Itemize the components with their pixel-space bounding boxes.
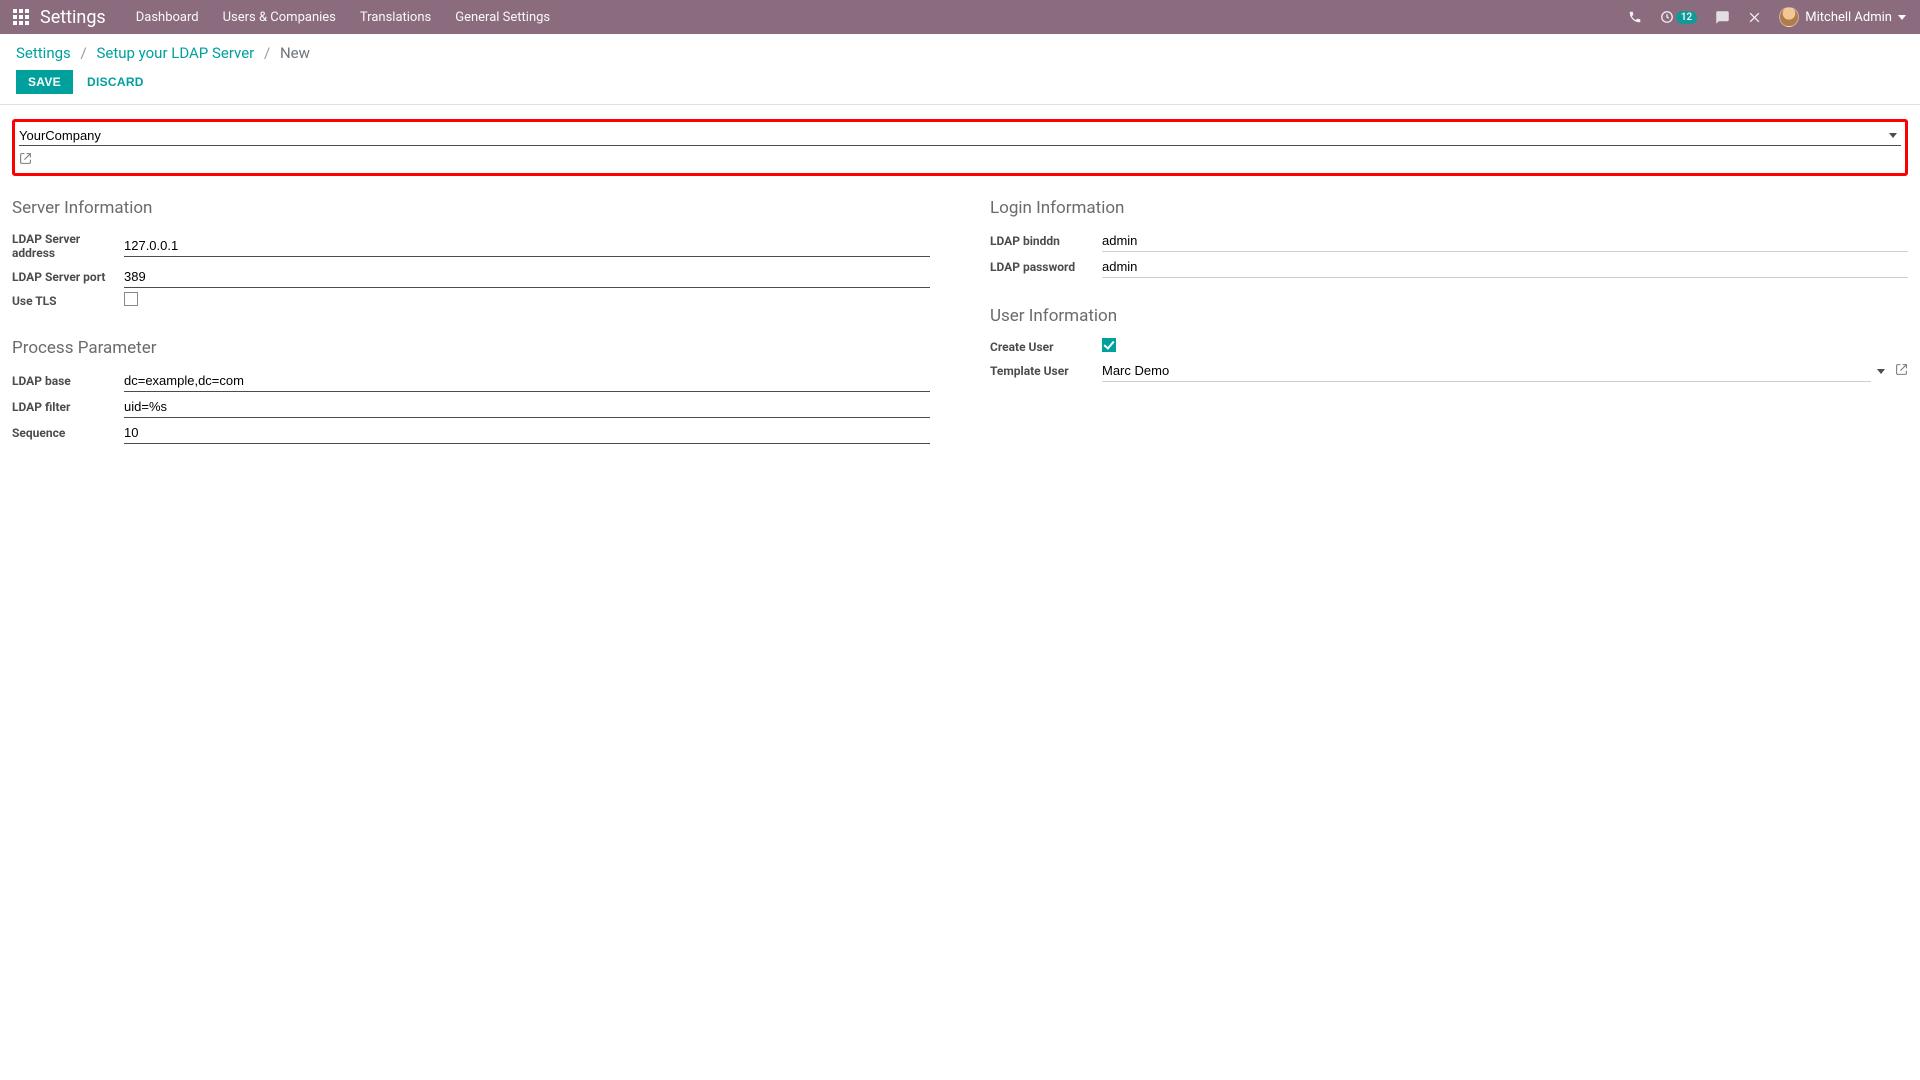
input-ldap-address[interactable] xyxy=(124,235,930,257)
user-menu[interactable]: Mitchell Admin xyxy=(1779,7,1906,27)
topbar: Settings Dashboard Users & Companies Tra… xyxy=(0,0,1920,34)
external-link-icon[interactable] xyxy=(19,152,1901,169)
label-ldap-password: LDAP password xyxy=(990,254,1102,280)
label-ldap-address: LDAP Server address xyxy=(12,228,124,264)
input-ldap-port[interactable] xyxy=(124,266,930,288)
control-panel: Settings / Setup your LDAP Server / New … xyxy=(0,34,1920,94)
login-information-group: Login Information LDAP binddn LDAP passw… xyxy=(990,198,1908,280)
label-ldap-port: LDAP Server port xyxy=(12,264,124,290)
breadcrumb: Settings / Setup your LDAP Server / New xyxy=(16,44,1904,62)
phone-icon[interactable] xyxy=(1628,10,1642,24)
section-title-login: Login Information xyxy=(990,198,1908,218)
close-icon[interactable] xyxy=(1748,11,1761,24)
activity-icon[interactable]: 12 xyxy=(1660,10,1697,24)
process-parameter-group: Process Parameter LDAP base LDAP filter … xyxy=(12,338,930,446)
chevron-down-icon xyxy=(1898,15,1906,20)
external-link-icon[interactable] xyxy=(1895,363,1908,380)
breadcrumb-settings[interactable]: Settings xyxy=(16,44,71,62)
avatar xyxy=(1779,7,1799,27)
company-select[interactable] xyxy=(19,124,1901,146)
label-template-user: Template User xyxy=(990,358,1102,384)
checkbox-create-user[interactable] xyxy=(1102,338,1116,352)
app-brand: Settings xyxy=(40,7,106,28)
chevron-down-icon[interactable] xyxy=(1877,369,1885,374)
label-ldap-base: LDAP base xyxy=(12,368,124,394)
label-create-user: Create User xyxy=(990,336,1102,358)
user-information-group: User Information Create User Template Us… xyxy=(990,306,1908,384)
input-ldap-filter[interactable] xyxy=(124,396,930,418)
input-ldap-base[interactable] xyxy=(124,370,930,392)
checkbox-use-tls[interactable] xyxy=(124,292,138,306)
label-use-tls: Use TLS xyxy=(12,290,124,312)
company-input[interactable] xyxy=(19,128,1889,143)
nav-dashboard[interactable]: Dashboard xyxy=(136,10,199,25)
section-title-user: User Information xyxy=(990,306,1908,326)
chevron-down-icon[interactable] xyxy=(1889,133,1897,138)
apps-icon[interactable] xyxy=(12,8,30,26)
label-sequence: Sequence xyxy=(12,420,124,446)
breadcrumb-ldap[interactable]: Setup your LDAP Server xyxy=(96,44,254,62)
messaging-icon[interactable] xyxy=(1715,10,1730,25)
company-highlight-box xyxy=(12,119,1908,176)
save-button[interactable]: SAVE xyxy=(16,70,73,94)
label-ldap-binddn: LDAP binddn xyxy=(990,228,1102,254)
systray: 12 Mitchell Admin xyxy=(1628,7,1906,27)
user-name: Mitchell Admin xyxy=(1805,10,1892,25)
section-title-server: Server Information xyxy=(12,198,930,218)
input-template-user[interactable] xyxy=(1102,360,1871,382)
label-ldap-filter: LDAP filter xyxy=(12,394,124,420)
server-information-group: Server Information LDAP Server address L… xyxy=(12,198,930,312)
top-nav: Dashboard Users & Companies Translations… xyxy=(136,10,550,25)
discard-button[interactable]: DISCARD xyxy=(81,70,150,94)
section-title-process: Process Parameter xyxy=(12,338,930,358)
nav-users-companies[interactable]: Users & Companies xyxy=(223,10,336,25)
input-ldap-password[interactable] xyxy=(1102,256,1908,278)
breadcrumb-current: New xyxy=(280,44,310,62)
form-sheet: Server Information LDAP Server address L… xyxy=(0,105,1920,486)
input-sequence[interactable] xyxy=(124,422,930,444)
input-ldap-binddn[interactable] xyxy=(1102,230,1908,252)
nav-general-settings[interactable]: General Settings xyxy=(455,10,550,25)
activity-count-badge: 12 xyxy=(1676,11,1697,24)
nav-translations[interactable]: Translations xyxy=(360,10,431,25)
